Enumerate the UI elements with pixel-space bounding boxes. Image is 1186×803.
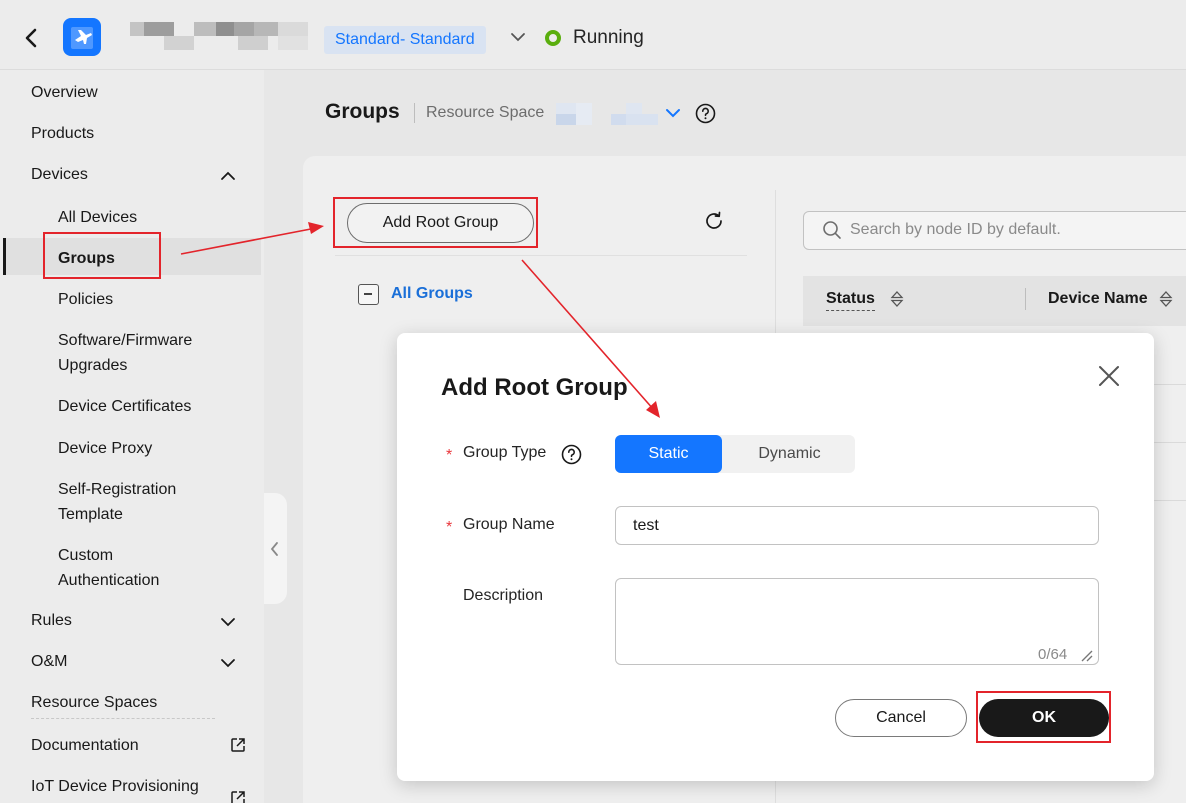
- instance-status: Running: [573, 27, 644, 48]
- description-label: Description: [463, 587, 544, 604]
- search-icon: [823, 221, 841, 239]
- resource-space-value-redacted[interactable]: [556, 103, 658, 125]
- sidebar-item-label-line: Template: [58, 506, 123, 523]
- active-item-indicator: [3, 238, 6, 275]
- add-root-group-button[interactable]: Add Root Group: [347, 203, 534, 243]
- required-asterisk: *: [446, 519, 453, 536]
- active-item-highlight: [6, 238, 261, 275]
- dialog-title: Add Root Group: [441, 374, 628, 401]
- sidebar-item-resource-spaces[interactable]: Resource Spaces: [31, 694, 157, 712]
- sidebar-item-om[interactable]: O&M: [31, 653, 67, 671]
- chevron-up-icon[interactable]: [219, 170, 237, 182]
- title-divider: [414, 103, 415, 123]
- sidebar-item-products[interactable]: Products: [31, 125, 94, 143]
- sidebar-item-self-registration[interactable]: Self-Registration Template: [58, 477, 176, 527]
- chevron-down-icon[interactable]: [508, 28, 528, 46]
- sidebar-item-device-proxy[interactable]: Device Proxy: [58, 436, 152, 461]
- help-icon[interactable]: [695, 103, 716, 124]
- chevron-down-icon[interactable]: [219, 657, 237, 669]
- group-name-label: Group Name: [463, 516, 555, 533]
- sidebar-item-rules[interactable]: Rules: [31, 612, 72, 630]
- required-asterisk: *: [446, 447, 453, 464]
- sidebar-item-label-line: Authentication: [58, 572, 160, 589]
- chevron-left-icon: [270, 542, 278, 556]
- sidebar-item-groups[interactable]: Groups: [58, 246, 115, 271]
- sidebar-item-iot-provisioning[interactable]: IoT Device Provisioning: [31, 778, 199, 796]
- cancel-button[interactable]: Cancel: [835, 699, 967, 737]
- back-arrow-icon[interactable]: [20, 24, 42, 52]
- sidebar-item-label-line: Software/Firmware: [58, 332, 193, 349]
- group-type-label: Group Type: [463, 444, 547, 461]
- sidebar-item-devices[interactable]: Devices: [31, 166, 88, 184]
- top-header: Standard- Standard Running: [0, 0, 1186, 70]
- collapse-node-icon[interactable]: [358, 284, 379, 305]
- status-dot-icon: [545, 30, 561, 46]
- sidebar-item-label-line: Upgrades: [58, 357, 128, 374]
- group-name-input[interactable]: [615, 506, 1099, 545]
- tree-node-all-groups[interactable]: All Groups: [391, 285, 473, 303]
- instance-name-redacted: [128, 22, 314, 50]
- search-input[interactable]: [850, 218, 1180, 242]
- external-link-icon[interactable]: [230, 790, 246, 803]
- sidebar-item-policies[interactable]: Policies: [58, 287, 113, 312]
- sidebar-item-overview[interactable]: Overview: [31, 84, 98, 102]
- external-link-icon[interactable]: [230, 737, 246, 753]
- app-logo: [63, 18, 101, 56]
- resource-space-label: Resource Space: [426, 104, 545, 121]
- page-title: Groups: [325, 100, 400, 123]
- sidebar-item-device-certificates[interactable]: Device Certificates: [58, 394, 191, 419]
- group-type-dynamic-option[interactable]: Dynamic: [724, 435, 855, 473]
- description-textarea[interactable]: [615, 578, 1099, 665]
- help-icon[interactable]: [561, 444, 582, 465]
- resize-grip-icon[interactable]: [1079, 648, 1093, 662]
- sidebar-item-custom-authentication[interactable]: Custom Authentication: [58, 543, 159, 593]
- sidebar-item-all-devices[interactable]: All Devices: [58, 205, 137, 230]
- sidebar-item-label-line: Custom: [58, 547, 114, 564]
- column-divider: [1025, 288, 1026, 310]
- sidebar-item-upgrades[interactable]: Software/Firmware Upgrades: [58, 328, 192, 378]
- group-type-static-option[interactable]: Static: [615, 435, 722, 473]
- chevron-down-icon[interactable]: [219, 616, 237, 628]
- chevron-down-icon[interactable]: [664, 106, 682, 120]
- sidebar-divider: [31, 718, 215, 719]
- sort-icon[interactable]: [890, 290, 904, 308]
- close-icon[interactable]: [1097, 364, 1121, 388]
- edition-tag: Standard- Standard: [324, 26, 486, 54]
- sort-icon[interactable]: [1159, 290, 1173, 308]
- column-header-status[interactable]: Status: [826, 290, 875, 311]
- sidebar-item-label-line: Self-Registration: [58, 481, 177, 498]
- refresh-icon[interactable]: [703, 210, 725, 232]
- tree-toolbar-divider: [335, 255, 747, 256]
- sidebar-item-documentation[interactable]: Documentation: [31, 737, 139, 755]
- ok-button[interactable]: OK: [979, 699, 1109, 737]
- description-char-counter: 0/64: [1038, 646, 1068, 663]
- sidebar-collapse-handle[interactable]: [264, 493, 287, 604]
- column-header-device-name[interactable]: Device Name: [1048, 290, 1148, 308]
